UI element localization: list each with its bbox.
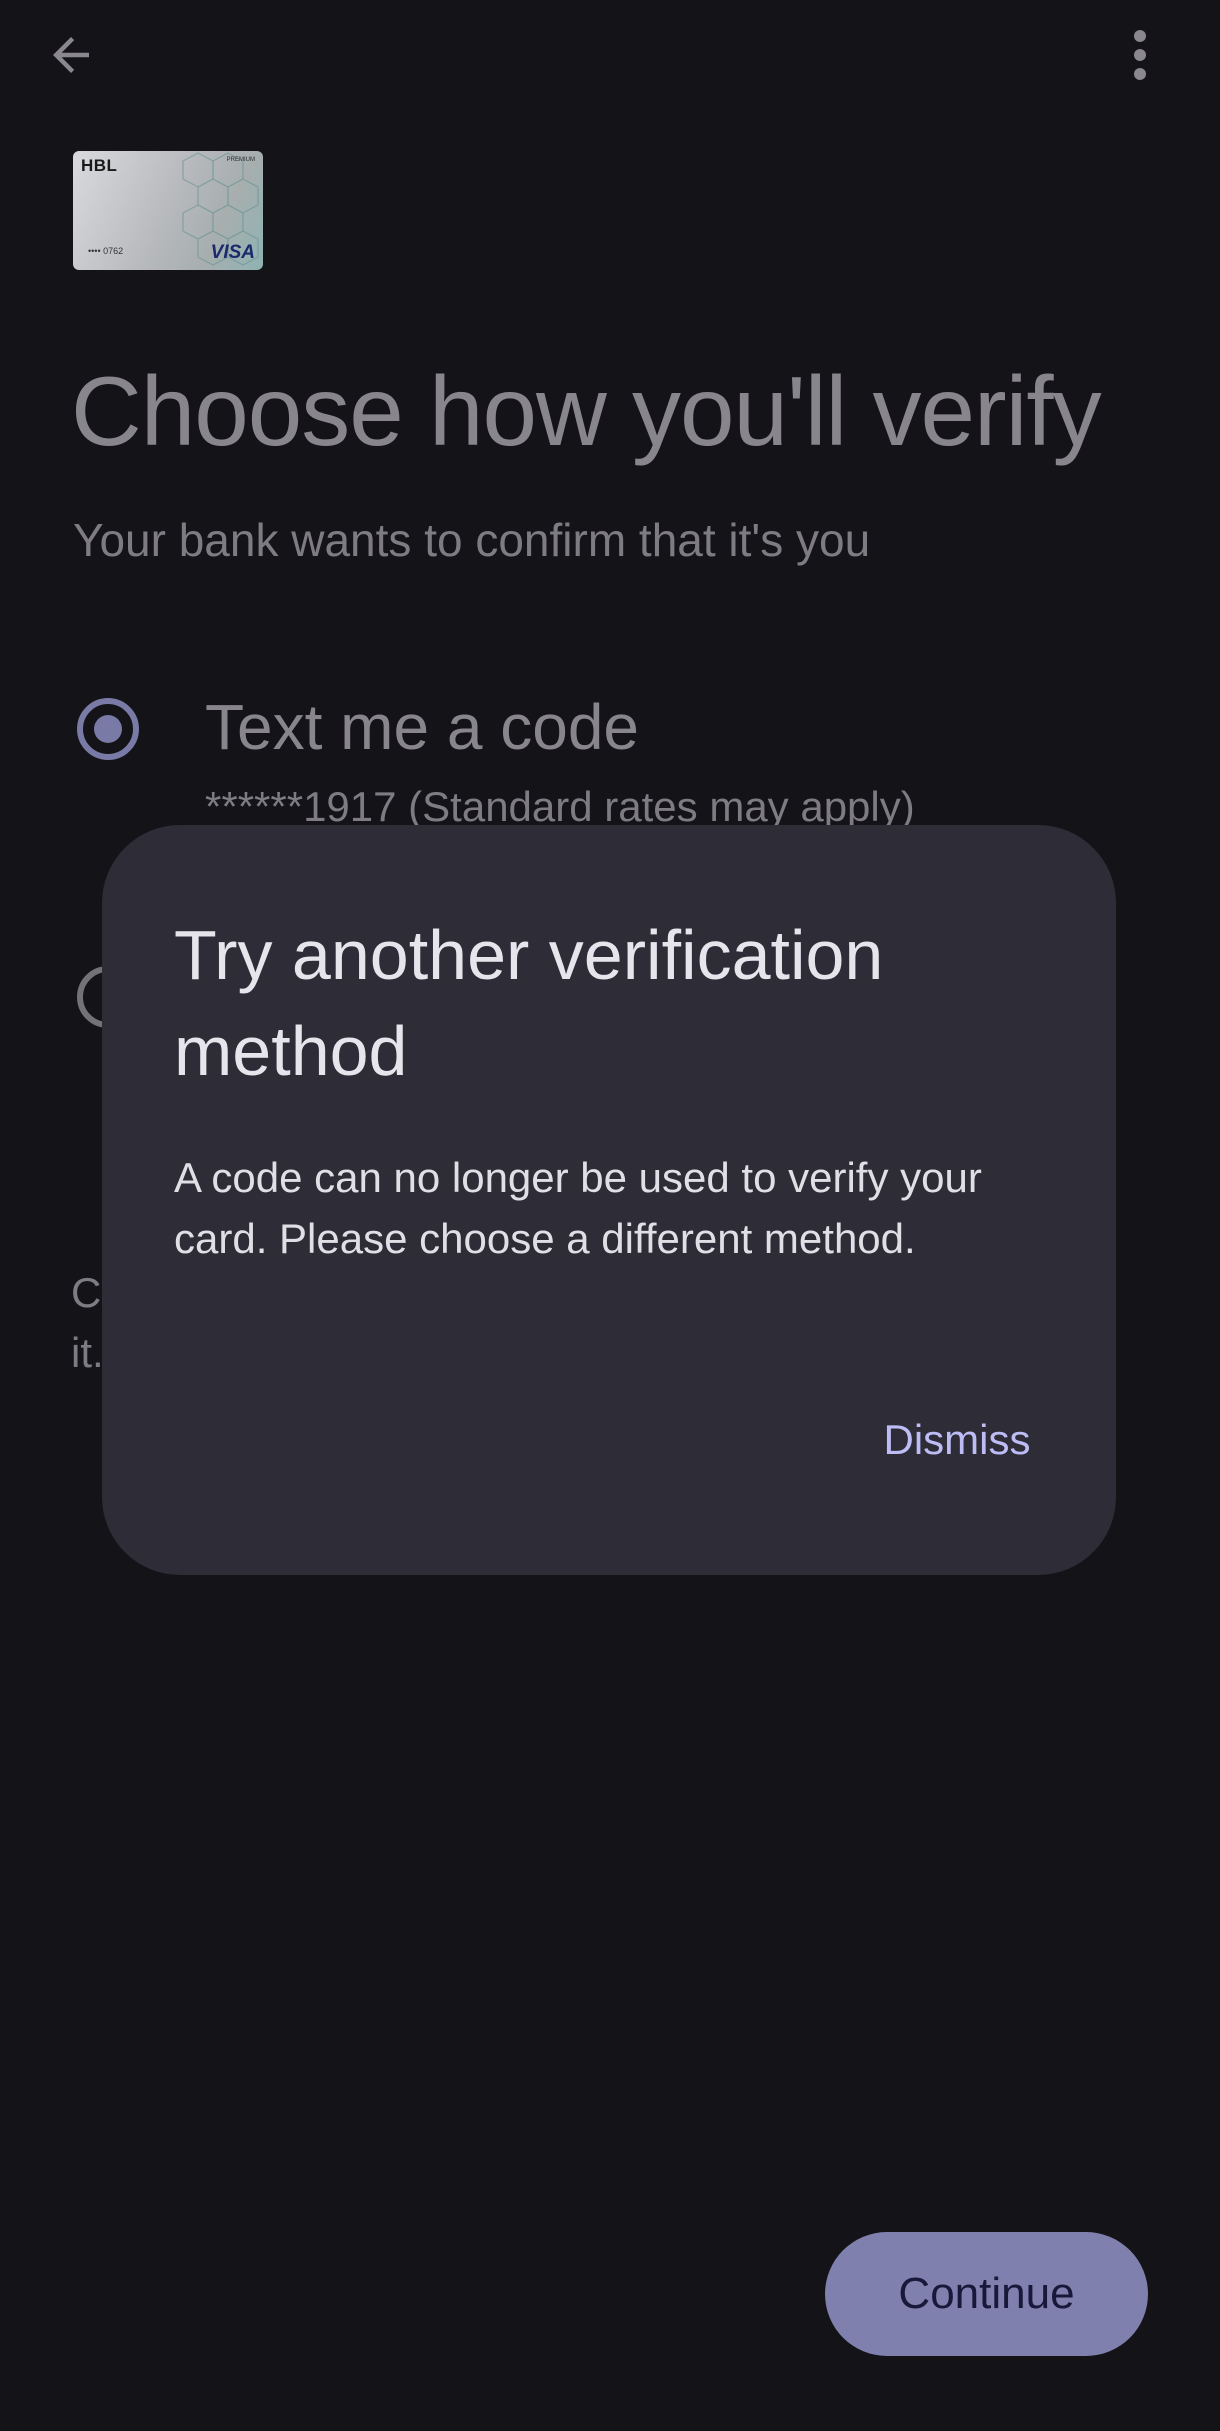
more-options-button[interactable] xyxy=(1110,20,1170,90)
arrow-back-icon xyxy=(53,37,89,73)
dismiss-button[interactable]: Dismiss xyxy=(844,1395,1070,1485)
card-thumbnail: HBL PREMIUM •••• 0762 VISA xyxy=(73,151,263,270)
radio-selected-dot xyxy=(94,715,122,743)
option-detail-phone: ******1917 (Standard rates may apply) xyxy=(205,783,915,830)
option-label-text-code[interactable]: Text me a code xyxy=(205,690,639,764)
card-network-logo: VISA xyxy=(210,242,255,263)
footnote-text: C it. xyxy=(71,1263,104,1383)
page-title: Choose how you'll verify xyxy=(71,356,1102,466)
dialog-title: Try another verification method xyxy=(174,916,884,1090)
card-bank-name: HBL xyxy=(81,156,118,175)
card-tier-label: PREMIUM xyxy=(226,157,255,163)
radio-text-code[interactable] xyxy=(77,698,139,760)
dialog-message: A code can no longer be used to verify y… xyxy=(174,1154,982,1262)
back-button[interactable] xyxy=(44,20,124,90)
page-subtitle: Your bank wants to confirm that it's you xyxy=(73,514,871,566)
footnote-line-1: C xyxy=(71,1269,102,1316)
continue-button[interactable]: Continue xyxy=(825,2232,1148,2356)
verification-dialog: Try another verification method A code c… xyxy=(102,825,1116,1575)
card-number: •••• 0762 xyxy=(88,246,124,256)
more-vert-icon xyxy=(1134,30,1146,80)
verification-screen: HBL PREMIUM •••• 0762 VISA Choose how yo… xyxy=(0,0,1220,2431)
footnote-line-2: it. xyxy=(71,1329,104,1376)
